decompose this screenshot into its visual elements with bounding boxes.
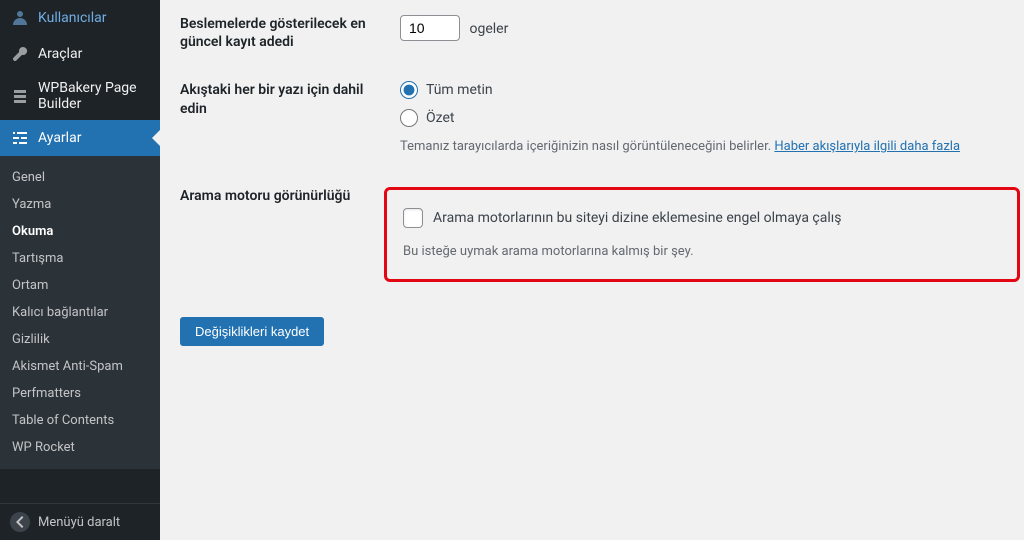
radio-label-full: Tüm metin: [426, 82, 493, 98]
feed-include-description: Temanız tarayıcılarda içeriğinizin nasıl…: [400, 137, 1004, 157]
sidebar-item-settings[interactable]: Ayarlar: [0, 120, 160, 156]
sub-item-permalinks[interactable]: Kalıcı bağlantılar: [0, 299, 160, 326]
label-feed-count: Beslemelerde gösterilecek en güncel kayı…: [180, 15, 400, 51]
sub-item-reading[interactable]: Okuma: [0, 218, 160, 245]
save-button[interactable]: Değişiklikleri kaydet: [180, 317, 324, 346]
sub-item-discussion[interactable]: Tartışma: [0, 245, 160, 272]
sub-item-general[interactable]: Genel: [0, 164, 160, 191]
plugin-icon: [10, 86, 30, 106]
users-icon: [10, 8, 30, 28]
sidebar-item-tools[interactable]: Araçlar: [0, 36, 160, 72]
input-feed-count[interactable]: [400, 15, 460, 41]
checkbox-label: Arama motorlarının bu siteyi dizine ekle…: [433, 210, 841, 226]
sidebar-collapse[interactable]: Menüyü daralt: [0, 503, 160, 540]
sidebar-label: WPBakery Page Builder: [38, 80, 152, 112]
sub-item-privacy[interactable]: Gizlilik: [0, 326, 160, 353]
sub-item-toc[interactable]: Table of Contents: [0, 407, 160, 434]
radio-full-text[interactable]: [400, 81, 418, 99]
sub-item-writing[interactable]: Yazma: [0, 191, 160, 218]
sub-item-akismet[interactable]: Akismet Anti-Spam: [0, 353, 160, 380]
sidebar-label: Araçlar: [38, 46, 82, 62]
sub-item-perfmatters[interactable]: Perfmatters: [0, 380, 160, 407]
sub-item-media[interactable]: Ortam: [0, 272, 160, 299]
sidebar-submenu: Genel Yazma Okuma Tartışma Ortam Kalıcı …: [0, 156, 160, 469]
sub-item-wprocket[interactable]: WP Rocket: [0, 434, 160, 461]
highlight-box: Arama motorlarının bu siteyi dizine ekle…: [384, 187, 1020, 283]
checkbox-discourage-search[interactable]: [403, 208, 423, 228]
row-feed-count: Beslemelerde gösterilecek en güncel kayı…: [180, 0, 1004, 66]
row-feed-include: Akıştaki her bir yazı için dahil edin Tü…: [180, 66, 1004, 172]
collapse-label: Menüyü daralt: [38, 515, 120, 530]
link-feed-more[interactable]: Haber akışlarıyla ilgili daha fazla: [774, 139, 960, 154]
admin-sidebar: Kullanıcılar Araçlar WPBakery Page Build…: [0, 0, 160, 540]
sidebar-item-users[interactable]: Kullanıcılar: [0, 0, 160, 36]
sliders-icon: [10, 128, 30, 148]
label-search-visibility: Arama motoru görünürlüğü: [180, 187, 400, 205]
wrench-icon: [10, 44, 30, 64]
sidebar-label: Ayarlar: [38, 130, 81, 146]
row-search-visibility: Arama motoru görünürlüğü Arama motorları…: [180, 172, 1004, 298]
sidebar-item-wpbakery[interactable]: WPBakery Page Builder: [0, 72, 160, 120]
suffix-feed-count: ogeler: [469, 21, 508, 37]
radio-summary[interactable]: [400, 109, 418, 127]
main-content: Beslemelerde gösterilecek en güncel kayı…: [160, 0, 1024, 540]
radio-label-summary: Özet: [426, 110, 454, 126]
chevron-left-icon: [10, 512, 30, 532]
sidebar-label: Kullanıcılar: [38, 10, 107, 26]
label-feed-include: Akıştaki her bir yazı için dahil edin: [180, 81, 400, 117]
search-visibility-description: Bu isteğe uymak arama motorlarına kalmış…: [403, 242, 1001, 262]
